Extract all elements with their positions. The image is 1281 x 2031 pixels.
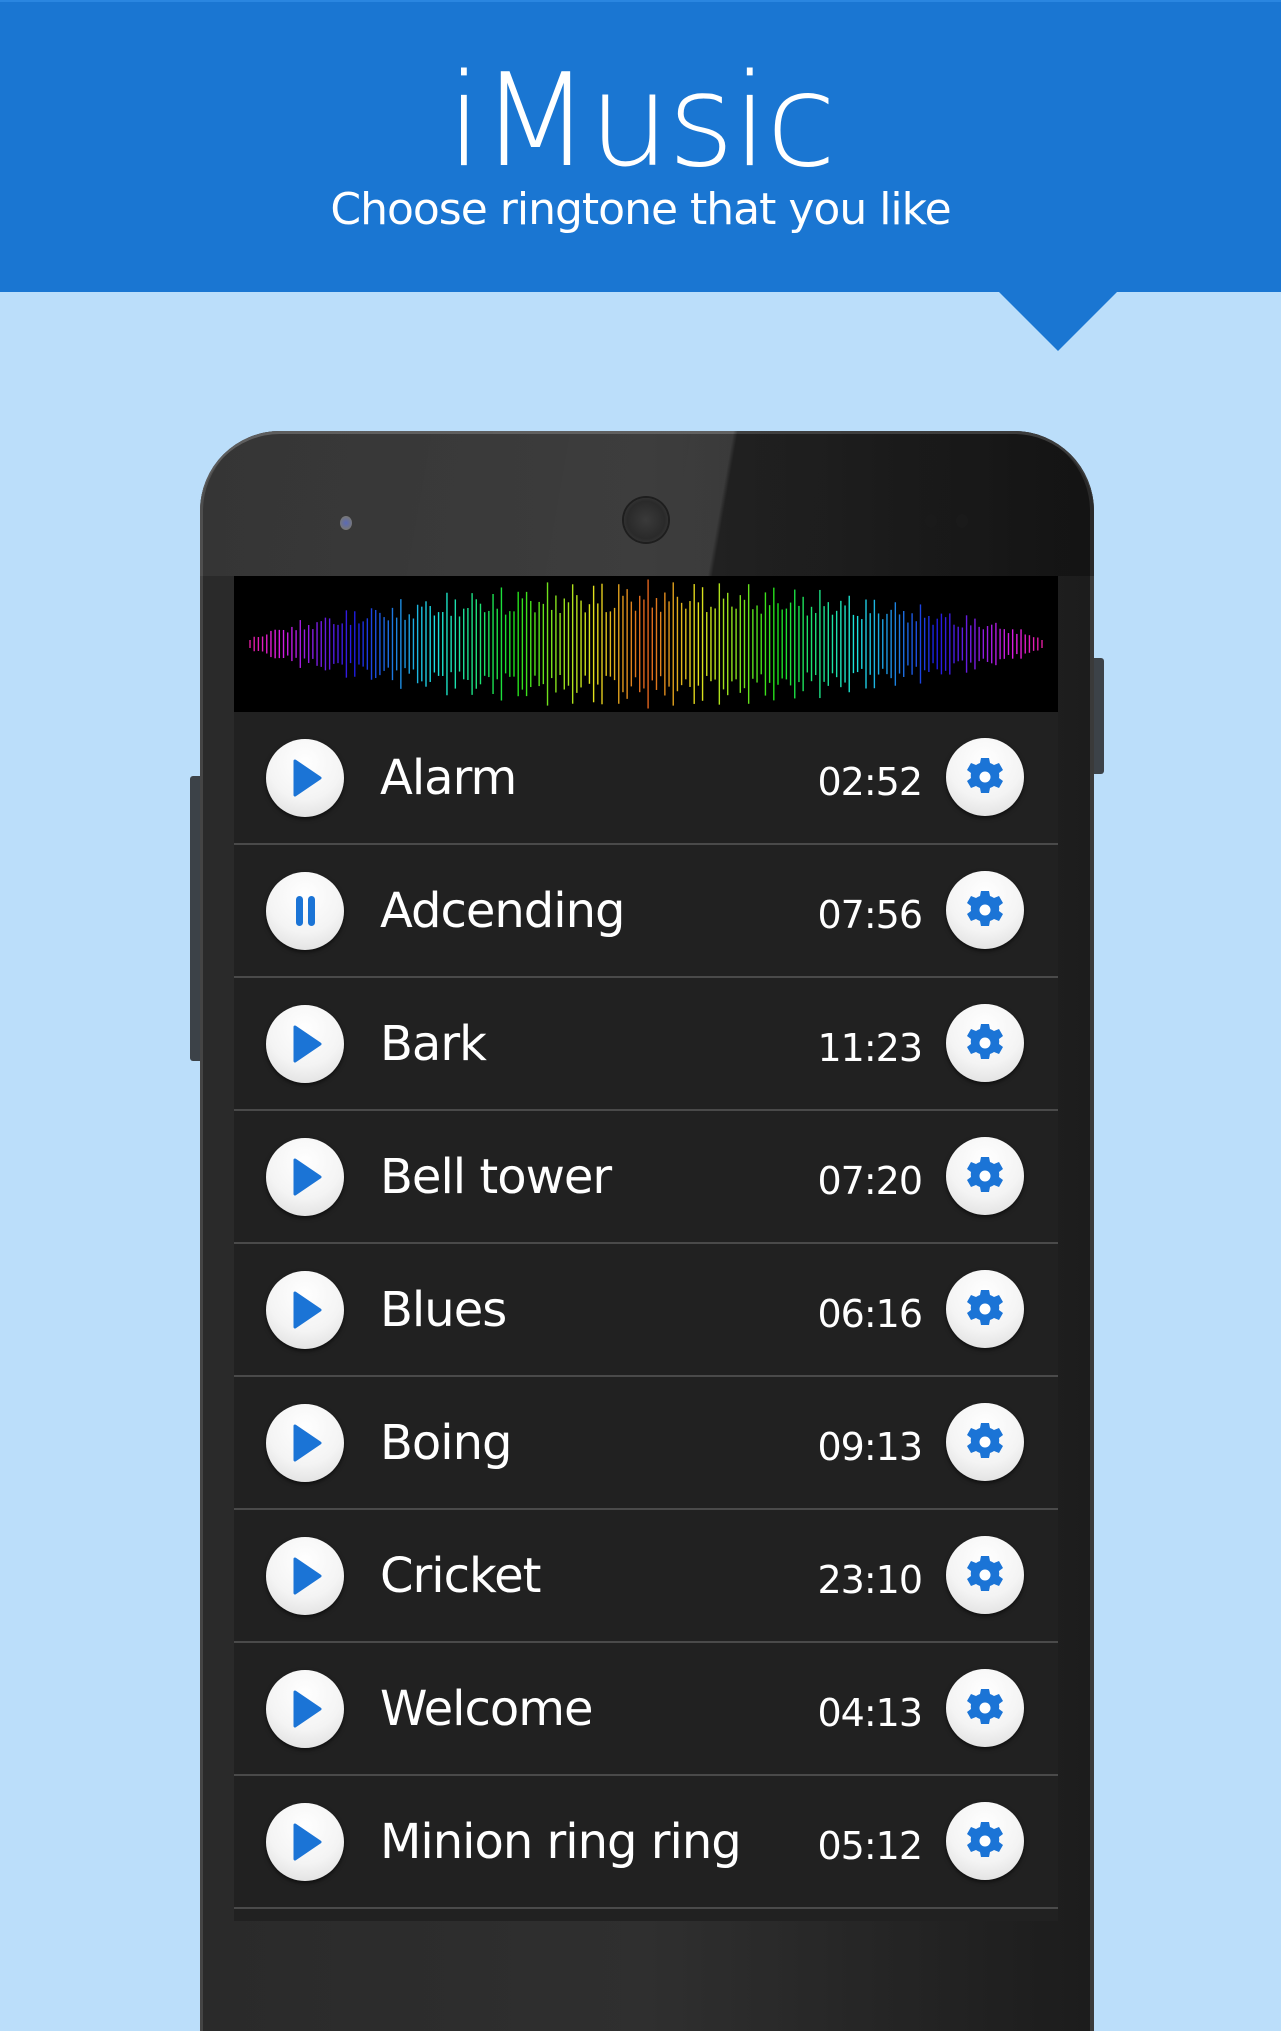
pause-bar — [296, 896, 303, 926]
gear-icon — [967, 1290, 1003, 1325]
ringtone-duration: 06:16 — [817, 1292, 923, 1336]
settings-button[interactable] — [946, 1004, 1024, 1082]
front-camera — [925, 514, 937, 528]
ringtone-duration: 11:23 — [817, 1026, 923, 1070]
ringtone-list: Alarm 02:52 Adcending 07:56 Bark 11:23 B… — [234, 712, 1058, 1909]
play-icon — [293, 1690, 322, 1728]
gear-icon — [967, 1423, 1003, 1458]
ringtone-row[interactable]: Adcending 07:56 — [234, 845, 1058, 978]
ringtone-name: Cricket — [380, 1548, 541, 1604]
ringtone-name: Welcome — [380, 1681, 594, 1737]
ringtone-row[interactable]: Boing 09:13 — [234, 1377, 1058, 1510]
settings-button[interactable] — [946, 1403, 1024, 1481]
ringtone-name: Minion ring ring — [380, 1814, 742, 1870]
settings-button[interactable] — [946, 1536, 1024, 1614]
callout-pointer — [998, 291, 1118, 351]
app-subtitle: Choose ringtone that you like — [330, 184, 951, 235]
play-icon — [293, 1823, 322, 1861]
earpiece-speaker — [624, 498, 668, 542]
play-button[interactable] — [266, 739, 344, 817]
gear-icon — [967, 1157, 1003, 1192]
ringtone-duration: 04:13 — [817, 1691, 923, 1735]
phone-screen: Alarm 02:52 Adcending 07:56 Bark 11:23 B… — [234, 576, 1058, 1921]
ringtone-name: Bark — [380, 1016, 487, 1072]
volume-button — [190, 776, 200, 1061]
play-button[interactable] — [266, 1271, 344, 1349]
gear-icon — [967, 1556, 1003, 1591]
ringtone-duration: 07:56 — [817, 893, 923, 937]
gear-icon — [967, 1822, 1003, 1857]
play-button[interactable] — [266, 1138, 344, 1216]
play-icon — [293, 1424, 322, 1462]
ringtone-name: Boing — [380, 1415, 513, 1471]
ringtone-row[interactable]: Cricket 23:10 — [234, 1510, 1058, 1643]
play-triangle — [293, 759, 322, 797]
ringtone-name: Blues — [380, 1282, 507, 1338]
power-button — [1094, 658, 1104, 774]
waveform-visualizer — [234, 576, 1058, 712]
ringtone-row[interactable]: Blues 06:16 — [234, 1244, 1058, 1377]
ringtone-name: Bell tower — [380, 1149, 612, 1205]
settings-button[interactable] — [946, 1802, 1024, 1880]
ringtone-name: Adcending — [380, 883, 625, 939]
app-title: iMusic — [446, 47, 837, 196]
settings-button[interactable] — [946, 1669, 1024, 1747]
waveform-graphic — [249, 579, 1043, 709]
pause-button[interactable] — [266, 872, 344, 950]
play-button[interactable] — [266, 1670, 344, 1748]
play-triangle — [293, 1690, 322, 1728]
settings-button[interactable] — [946, 738, 1024, 816]
play-triangle — [293, 1025, 322, 1063]
play-button[interactable] — [266, 1404, 344, 1482]
play-icon — [293, 1025, 322, 1063]
play-triangle — [293, 1291, 322, 1329]
settings-button[interactable] — [946, 1137, 1024, 1215]
pause-bar — [308, 896, 315, 926]
gear-icon — [967, 891, 1003, 926]
ringtone-duration: 09:13 — [817, 1425, 923, 1469]
ringtone-row[interactable]: Welcome 04:13 — [234, 1643, 1058, 1776]
play-button[interactable] — [266, 1537, 344, 1615]
ringtone-row[interactable]: Bark 11:23 — [234, 978, 1058, 1111]
settings-button[interactable] — [946, 871, 1024, 949]
play-button[interactable] — [266, 1005, 344, 1083]
play-triangle — [293, 1557, 322, 1595]
play-icon — [293, 1291, 322, 1329]
play-triangle — [293, 1823, 322, 1861]
ringtone-row[interactable]: Minion ring ring 05:12 — [234, 1776, 1058, 1909]
ringtone-name: Alarm — [380, 750, 517, 806]
pause-icon — [296, 896, 315, 926]
ringtone-duration: 07:20 — [817, 1159, 923, 1203]
play-triangle — [293, 1424, 322, 1462]
ringtone-duration: 02:52 — [817, 760, 923, 804]
gear-icon — [967, 758, 1003, 793]
proximity-sensor — [340, 516, 352, 530]
header-banner: iMusic Choose ringtone that you like — [0, 0, 1281, 292]
gear-icon — [967, 1689, 1003, 1724]
light-sensor — [956, 514, 968, 528]
play-icon — [293, 1158, 322, 1196]
play-triangle — [293, 1158, 322, 1196]
play-icon — [293, 759, 322, 797]
settings-button[interactable] — [946, 1270, 1024, 1348]
gear-icon — [967, 1024, 1003, 1059]
ringtone-duration: 23:10 — [817, 1558, 923, 1602]
ringtone-duration: 05:12 — [817, 1824, 923, 1868]
ringtone-row[interactable]: Bell tower 07:20 — [234, 1111, 1058, 1244]
ringtone-row[interactable]: Alarm 02:52 — [234, 712, 1058, 845]
play-button[interactable] — [266, 1803, 344, 1881]
play-icon — [293, 1557, 322, 1595]
